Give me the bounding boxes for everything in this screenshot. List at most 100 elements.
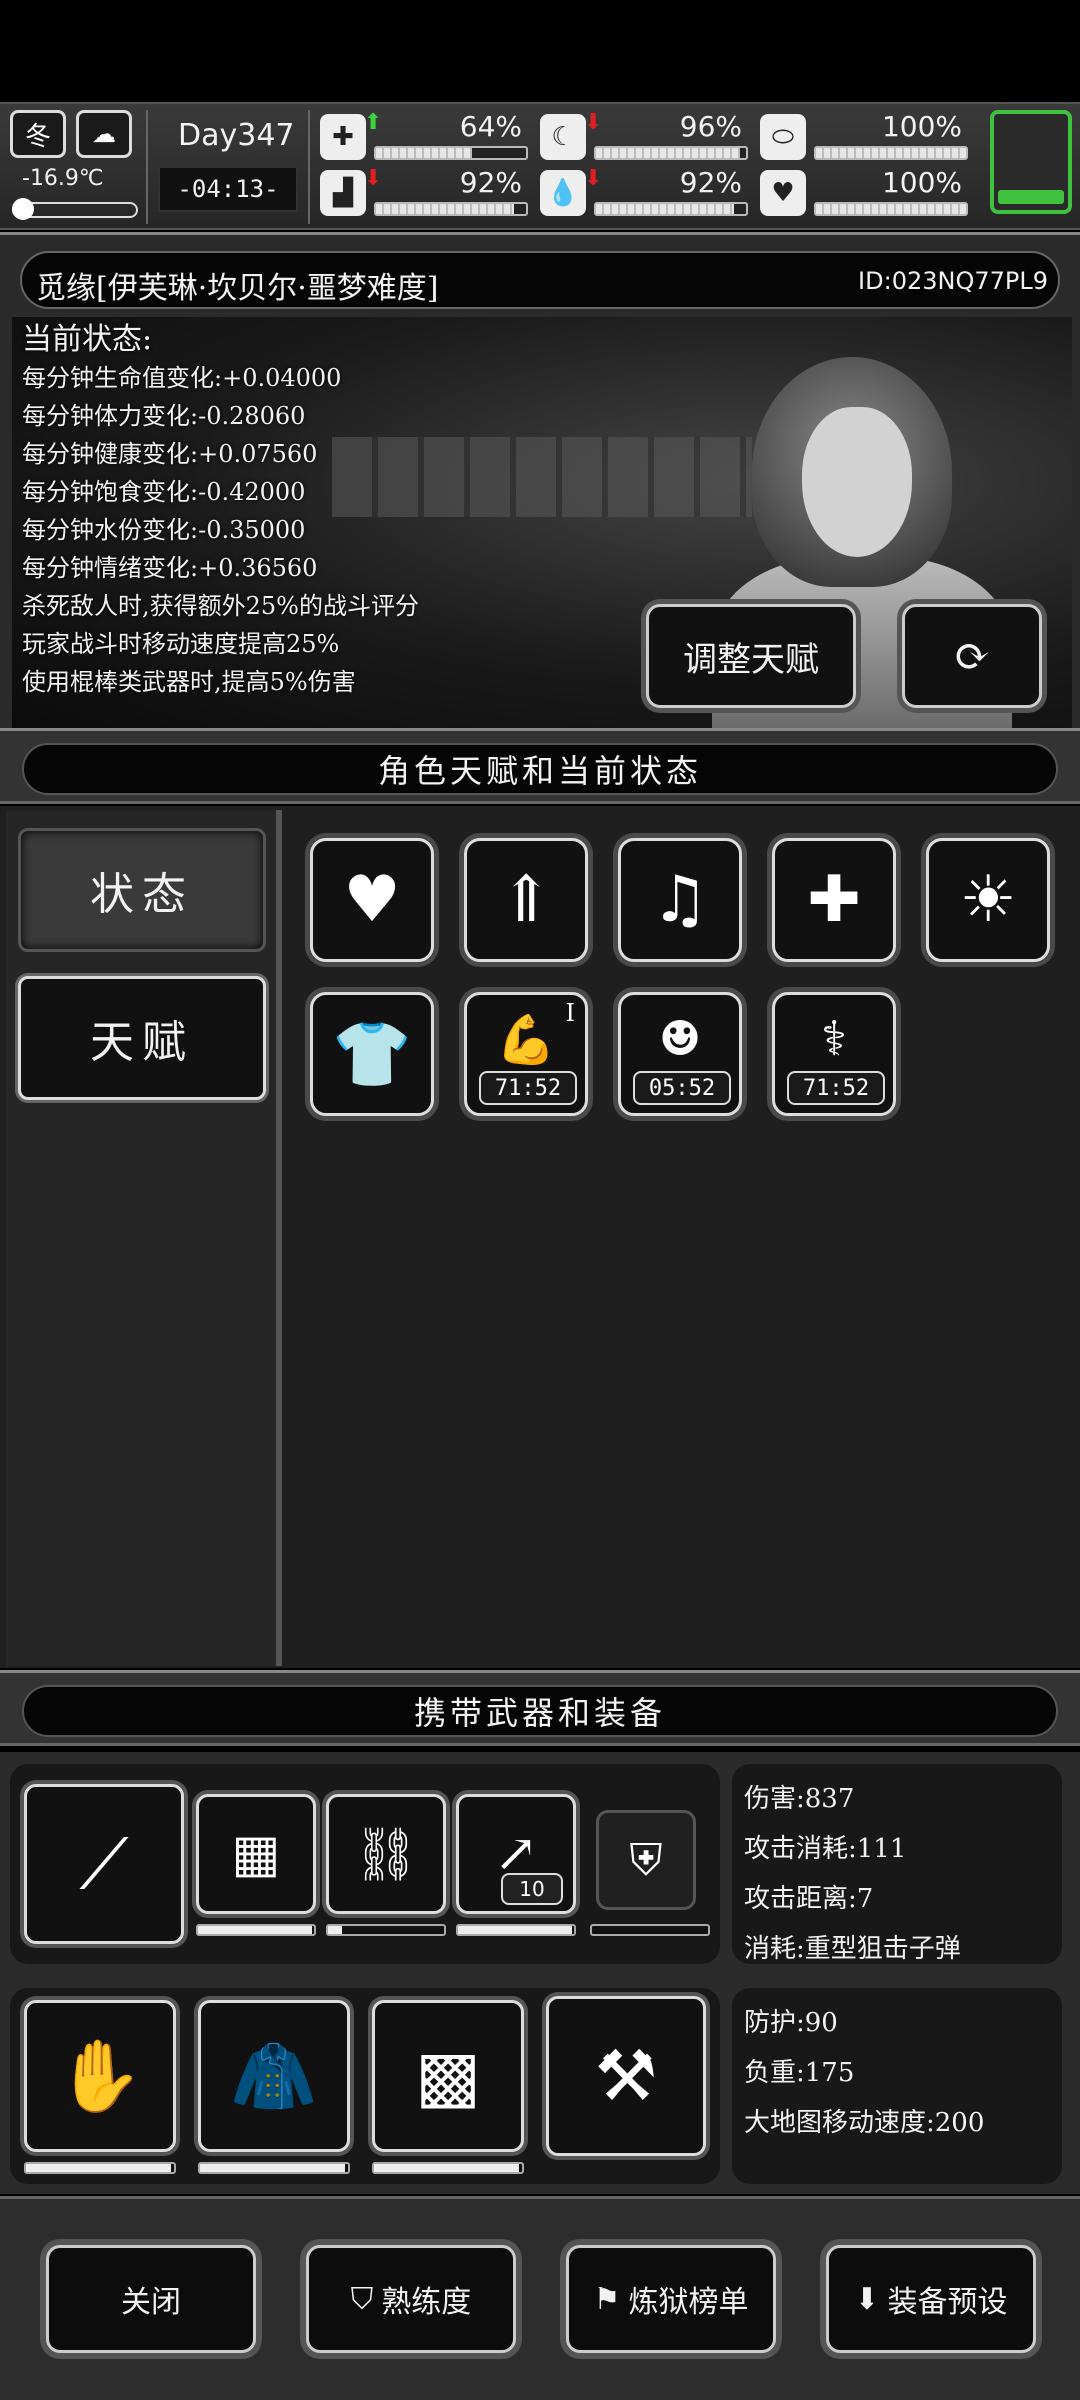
stat-percent: 92% [679,166,742,199]
weapon-panel: ⟋ ▦ ⛓ ↗ 10 ⛨ [10,1764,720,1964]
map-speed-stat: 大地图移动速度:200 [744,2108,985,2138]
status-line: 杀死敌人时,获得额外25%的战斗评分 [22,592,419,620]
talent-area: 状态 天赋 ♥ ⇑ ♫ ✚ ☀ 👕 💪 I 71:52 ☻ 05:52 ⚕ 71… [0,806,1080,1668]
button-label: 熟练度 [381,2285,472,2320]
chain-icon[interactable]: ⛓ [326,1794,446,1914]
effect-timer: 71:52 [787,1071,885,1105]
damage-stat: 伤害:837 [744,1784,855,1814]
day-counter: Day347 [178,118,295,153]
fur-coat-icon[interactable]: 🧥 [198,2000,350,2152]
adjust-talent-button[interactable]: 调整天赋 [646,604,856,708]
stat-mood: ♥ 100% [760,166,970,218]
stat-satiety: ☾ ⬇ 96% [540,110,750,162]
portrait-face [802,407,912,557]
spear-icon[interactable]: ↗ 10 [456,1794,576,1914]
status-line: 每分钟体力变化:-0.28060 [22,402,306,430]
stat-bar-fill [816,148,966,158]
section-title: 角色天赋和当前状态 [22,743,1058,795]
durability-fill [374,2164,520,2172]
attack-range-stat: 攻击距离:7 [744,1884,874,1914]
durability-fill [26,2164,172,2172]
stat-immunity: ⬭ 100% [760,110,970,162]
flexed-arm-icon[interactable]: 💪 I 71:52 [464,992,588,1116]
status-line: 每分钟生命值变化:+0.04000 [22,364,342,392]
net-icon[interactable]: ▦ [196,1794,316,1914]
stat-bar [814,146,968,160]
durability-bar [456,1924,576,1936]
stat-percent: 96% [679,110,742,143]
stat-bar [594,146,748,160]
equipment-area: ⟋ ▦ ⛓ ↗ 10 ⛨ 伤害:837 攻击消耗:111 攻击距离:7 消耗:重… [0,1752,1080,2194]
stat-percent: 64% [459,110,522,143]
fur-gloves-icon[interactable]: ✋ [24,2000,176,2152]
heart-icon[interactable]: ♥ [310,838,434,962]
armor-panel: ✋ 🧥 ▩ ⚒ [10,1988,720,2184]
close-button[interactable]: 关闭 [46,2245,256,2353]
trend-down-icon: ⬇ [584,166,603,191]
stat-bar-fill [596,148,740,158]
player-id: ID:023NQ77PL9 [858,267,1048,295]
status-heading: 当前状态: [22,322,153,357]
stat-bar-fill [596,204,734,214]
tab-column: 状态 天赋 [6,810,282,1666]
trend-up-icon: ⬆ [364,110,383,135]
trend-down-icon: ⬇ [364,166,383,191]
weapon-stats: 伤害:837 攻击消耗:111 攻击距离:7 消耗:重型狙击子弹 [732,1764,1062,1964]
stat-percent: 100% [881,166,962,199]
durability-bar [198,2162,350,2174]
banner-icon: ⚑ [593,2281,621,2317]
temperature-readout: -16.9℃ [22,166,104,191]
durability-bar [372,2162,524,2174]
change-outfit-button[interactable]: ⟳ [902,604,1042,708]
equipment-section-header: 携带武器和装备 [0,1670,1080,1746]
shirt-icon[interactable]: 👕 [310,992,434,1116]
thermometer-icon [12,198,138,220]
bottom-bar: 关闭 ⛉ 熟练度 ⚑ 炼狱榜单 ⬇ 装备预设 [0,2196,1080,2400]
stat-percent: 100% [881,110,962,143]
clipboard-pill-icon[interactable]: ✚ [772,838,896,962]
dna-icon[interactable]: ⚕ 71:52 [772,992,896,1116]
durability-bar [590,1924,710,1936]
status-effect-slot[interactable] [990,110,1072,214]
effect-timer: 71:52 [479,1071,577,1105]
durability-fill [458,1926,572,1934]
tab-status[interactable]: 状态 [18,828,266,952]
stomach-icon: ☾ [540,114,586,160]
proficiency-button[interactable]: ⛉ 熟练度 [306,2245,516,2353]
purgatory-ranking-button[interactable]: ⚑ 炼狱榜单 [566,2245,776,2353]
status-effects-list: 当前状态: 每分钟生命值变化:+0.04000 每分钟体力变化:-0.28060… [22,321,419,701]
zombie-face-icon[interactable]: ☻ 05:52 [618,992,742,1116]
water-drop-icon: 💧 [540,170,586,216]
status-line: 玩家战斗时移动速度提高25% [22,630,340,658]
backpack-icon[interactable]: ⚒ [546,1996,706,2156]
medkit-icon: ✚ [320,114,366,160]
tab-talent[interactable]: 天赋 [18,976,266,1100]
sniper-rifle-icon[interactable]: ⟋ [24,1784,184,1944]
button-label: 关闭 [121,2285,181,2320]
equipment-preset-button[interactable]: ⬇ 装备预设 [826,2245,1036,2353]
stat-bar-fill [376,204,514,214]
snow-cloud-icon: ☁ [76,110,132,158]
season-label: 冬 [24,121,51,152]
stat-hydration: 💧 ⬇ 92% [540,166,750,218]
dna-glyph: ⚕ [821,1011,847,1067]
status-line: 使用棍棒类武器时,提高5%伤害 [22,668,356,696]
effect-timer: 05:52 [633,1071,731,1105]
season-indicator: 冬 [10,110,66,158]
stomach-up-icon[interactable]: ⇑ [464,838,588,962]
talent-section-header: 角色天赋和当前状态 [0,728,1080,804]
durability-bar [24,2162,176,2174]
durability-bar [326,1924,446,1936]
boot-icon: ▟ [320,170,366,216]
fur-pants-icon[interactable]: ▩ [372,2000,524,2152]
alarm-light-icon[interactable]: ☀ [926,838,1050,962]
status-bar: 冬 ☁ -16.9℃ Day347 -04:13- ✚ ⬆ 64% ☾ ⬇ 96… [0,102,1080,230]
divider [146,110,148,224]
attack-cost-stat: 攻击消耗:111 [744,1834,907,1864]
stat-bar [814,202,968,216]
pill-icon: ⬭ [760,114,806,160]
riot-shield-icon[interactable]: ⛨ [596,1810,696,1910]
music-heart-icon[interactable]: ♫ [618,838,742,962]
durability-fill [200,2164,346,2172]
character-name: 觅缘[伊芙琳·坎贝尔·噩梦难度] [36,271,439,306]
